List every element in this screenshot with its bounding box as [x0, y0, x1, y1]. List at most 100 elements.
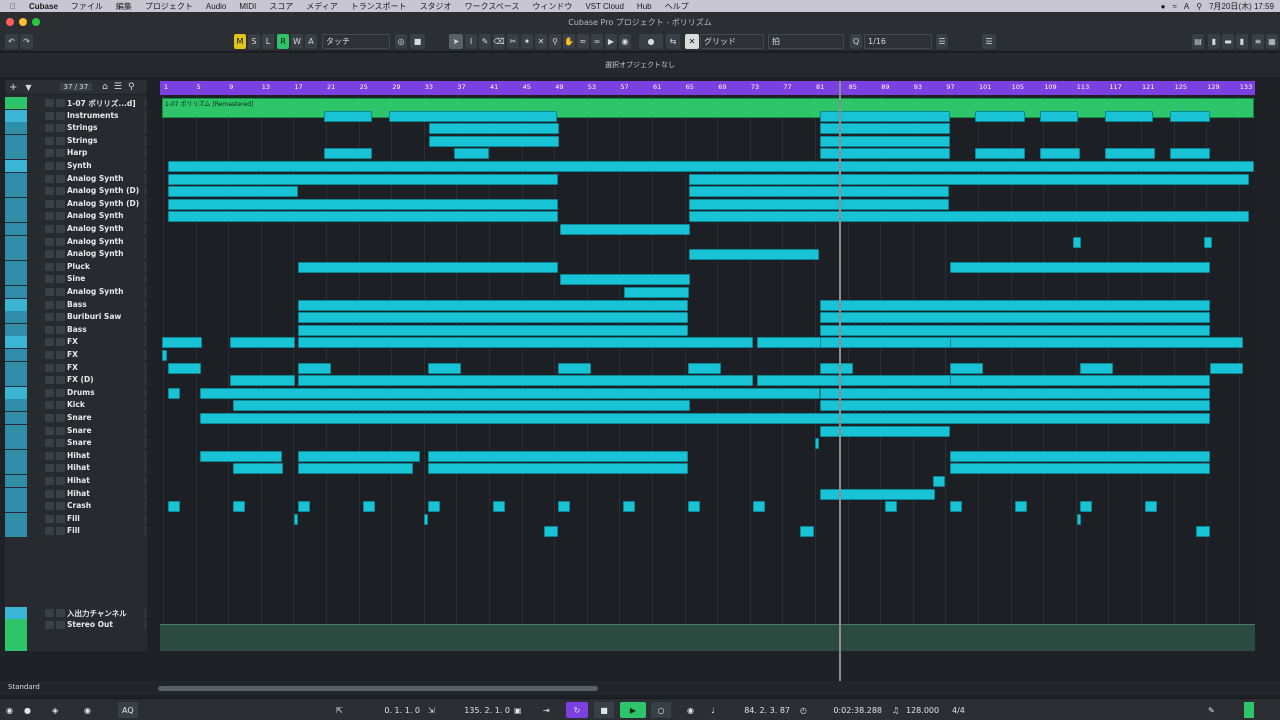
record-button[interactable]: ○ [651, 702, 671, 718]
solo-track-button[interactable] [56, 111, 65, 120]
mute-track-button[interactable] [45, 426, 54, 435]
solo-track-button[interactable] [56, 621, 65, 629]
track-row[interactable]: Snare [5, 437, 147, 450]
track-row[interactable]: Snare [5, 424, 147, 437]
settings-icon[interactable]: ☰ [982, 34, 996, 49]
event[interactable] [1204, 236, 1212, 248]
horizontal-scrollbar[interactable] [158, 686, 598, 691]
input-source-icon[interactable]: A [1184, 2, 1189, 11]
preset-label[interactable]: Standard [8, 683, 40, 691]
split-tool-icon[interactable]: ✂ [507, 34, 519, 49]
solo-track-button[interactable] [56, 414, 65, 422]
track-row[interactable]: Hihat [5, 475, 147, 487]
color-tool-icon[interactable]: ◉ [619, 34, 631, 49]
quantize-icon[interactable]: Q [850, 34, 862, 49]
event[interactable] [1040, 148, 1080, 160]
event[interactable] [298, 450, 420, 462]
mute-track-button[interactable] [45, 451, 54, 460]
track-row[interactable]: FX [5, 349, 147, 361]
event[interactable] [757, 337, 822, 349]
mute-track-button[interactable] [45, 338, 54, 347]
apple-icon[interactable]:  [10, 2, 16, 11]
solo-track-button[interactable] [56, 477, 65, 485]
automation-mode-select[interactable]: タッチ [322, 34, 390, 49]
event[interactable] [623, 501, 635, 513]
event[interactable] [168, 362, 201, 374]
quantize-select[interactable]: 1/16 [864, 34, 932, 49]
event[interactable] [689, 249, 819, 261]
zoom-window-icon[interactable] [32, 18, 40, 26]
left-locator-icon[interactable]: ⇱ [336, 702, 343, 718]
solo-track-button[interactable] [56, 212, 65, 221]
event[interactable] [560, 274, 690, 286]
mute-track-button[interactable] [45, 609, 54, 617]
event[interactable] [298, 299, 688, 311]
write-automation-button[interactable]: W [291, 34, 303, 49]
event[interactable] [233, 400, 690, 412]
menu-media[interactable]: メディア [306, 1, 337, 12]
track-row[interactable]: 1-07 ポリリズ...d] [5, 97, 147, 109]
constrain-delay-icon[interactable]: ◉ [6, 702, 13, 718]
glue-tool-icon[interactable]: ✦ [521, 34, 533, 49]
mute-track-button[interactable] [45, 300, 54, 309]
event[interactable] [168, 501, 180, 513]
right-locator-icon[interactable]: ⇲ [428, 702, 435, 718]
tempo-icon[interactable]: ♫ [892, 702, 899, 718]
track-row[interactable]: Analog Synth (D) [5, 185, 147, 198]
mute-track-button[interactable] [45, 464, 54, 473]
solo-track-button[interactable] [56, 313, 65, 322]
mute-track-button[interactable] [45, 514, 54, 523]
event[interactable] [363, 501, 375, 513]
solo-track-button[interactable] [56, 225, 65, 233]
event[interactable] [200, 450, 282, 462]
menu-hub[interactable]: Hub [637, 2, 652, 11]
mute-track-button[interactable] [45, 527, 54, 536]
event[interactable] [200, 413, 1210, 424]
event[interactable] [389, 110, 557, 122]
event[interactable] [1077, 513, 1081, 525]
mute-track-button[interactable] [45, 376, 54, 385]
solo-track-button[interactable] [56, 250, 65, 259]
event[interactable] [233, 501, 245, 513]
mute-track-button[interactable] [45, 111, 54, 120]
precount-icon[interactable]: ◈ [52, 702, 58, 718]
event[interactable] [168, 161, 1254, 172]
event[interactable] [933, 476, 945, 487]
menu-audio[interactable]: Audio [206, 2, 226, 11]
home-icon[interactable]: ⌂ [102, 82, 108, 92]
event[interactable] [324, 148, 372, 160]
mute-track-button[interactable] [45, 250, 54, 259]
event[interactable] [168, 211, 558, 223]
track-row[interactable]: Analog Synth (D) [5, 197, 147, 210]
cycle-button[interactable]: ↻ [566, 702, 588, 718]
solo-track-button[interactable] [56, 426, 65, 435]
solo-track-button[interactable] [56, 451, 65, 460]
event[interactable] [558, 362, 591, 374]
mute-track-button[interactable] [45, 351, 54, 359]
solo-track-button[interactable] [56, 325, 65, 334]
track-row[interactable]: Kick [5, 399, 147, 412]
pencil-tool-icon[interactable]: ✎ [479, 34, 491, 49]
track-row[interactable]: Analog Synth [5, 210, 147, 223]
event[interactable] [820, 324, 1210, 336]
event[interactable] [950, 463, 1210, 475]
mute-track-button[interactable] [45, 414, 54, 422]
mute-track-button[interactable] [45, 237, 54, 246]
event[interactable] [168, 387, 180, 399]
event[interactable] [428, 362, 461, 374]
menu-vstcloud[interactable]: VST Cloud [585, 2, 624, 11]
menu-project[interactable]: プロジェクト [145, 1, 193, 12]
event[interactable] [689, 186, 949, 198]
color-select-icon[interactable]: ● [639, 34, 663, 49]
solo-track-button[interactable] [56, 149, 65, 158]
master-automation-lane[interactable] [160, 624, 1255, 651]
snap-icon[interactable]: ✕ [685, 34, 699, 49]
menu-help[interactable]: ヘルプ [665, 1, 689, 12]
layout-icon[interactable]: ▦ [1266, 34, 1278, 49]
mute-track-button[interactable] [45, 162, 54, 170]
marker-icon[interactable]: ✎ [1208, 702, 1215, 718]
solo-track-button[interactable] [56, 338, 65, 347]
event[interactable] [820, 488, 935, 500]
menu-studio[interactable]: スタジオ [420, 1, 452, 12]
event[interactable] [200, 387, 820, 399]
